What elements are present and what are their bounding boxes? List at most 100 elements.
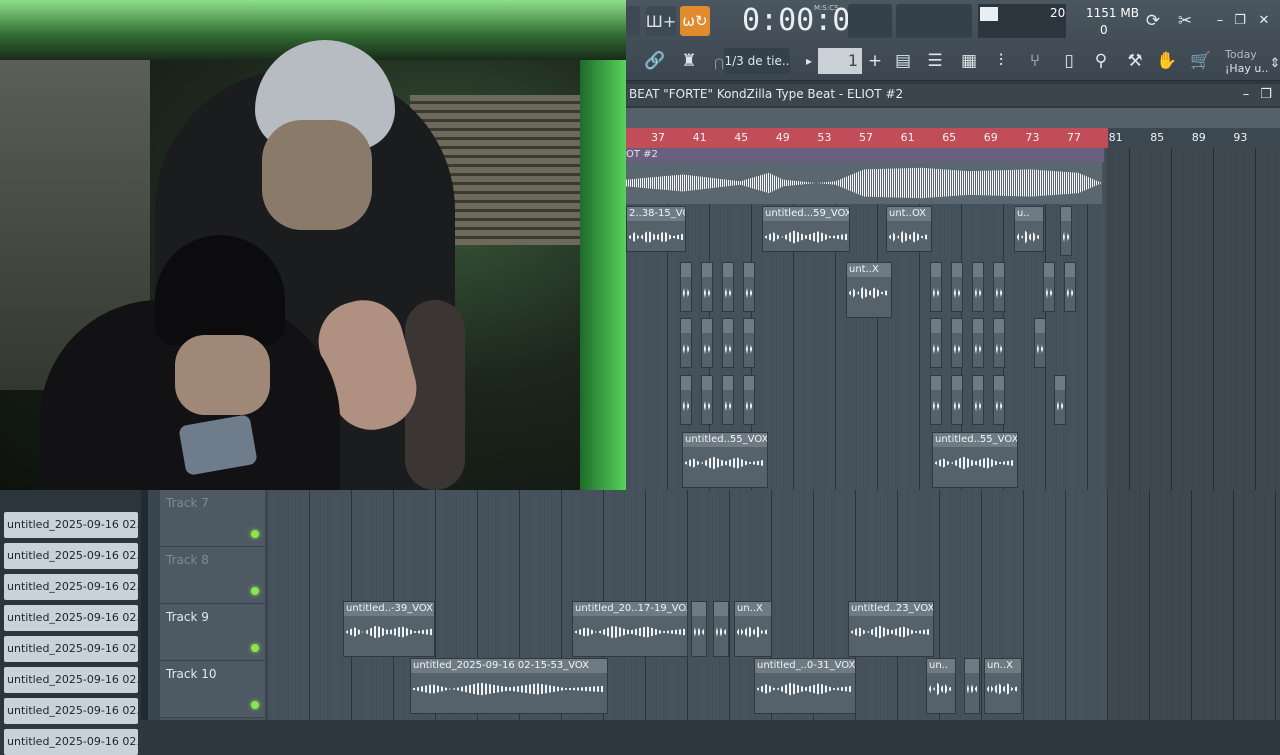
track-header[interactable]: Track 10 xyxy=(160,661,265,718)
playlist-minimize-icon[interactable]: – xyxy=(1238,86,1254,102)
browser-scrollbar[interactable] xyxy=(141,490,148,720)
mixer-icon[interactable]: ⫶ xyxy=(988,48,1014,74)
audio-chop-clip[interactable] xyxy=(701,262,713,312)
audio-chop-clip[interactable] xyxy=(1060,206,1072,256)
refresh-icon[interactable]: ⟳ xyxy=(1140,8,1166,34)
piano-add-button[interactable]: Ш+ xyxy=(646,6,676,36)
clip-header xyxy=(931,376,941,390)
audio-clip[interactable]: unt..OX xyxy=(886,206,932,252)
toolbar-edge-button[interactable] xyxy=(626,6,640,36)
audio-chop-clip[interactable] xyxy=(930,318,942,368)
clip-waveform xyxy=(933,399,939,413)
audio-clip[interactable]: untitled_20..17-19_VOX xyxy=(572,601,688,657)
cart-icon[interactable]: 🛒 xyxy=(1188,48,1214,74)
clip-header xyxy=(702,319,712,333)
playlist-icon[interactable]: ▤ xyxy=(890,48,916,74)
audio-clip[interactable]: unt..X xyxy=(846,262,892,318)
link-icon[interactable]: 🔗 xyxy=(642,48,668,74)
audio-clip[interactable]: untitled_..0-31_VOX xyxy=(754,658,856,714)
clip-waveform xyxy=(765,230,847,244)
track-enable-led[interactable] xyxy=(251,644,259,652)
overview-scroll[interactable] xyxy=(626,108,1280,128)
browser-file-item[interactable]: untitled_2025-09-16 02... xyxy=(4,636,138,662)
audio-chop-clip[interactable] xyxy=(972,375,984,425)
audio-chop-clip[interactable] xyxy=(972,318,984,368)
audio-clip[interactable]: untitled..55_VOX xyxy=(932,432,1018,488)
audio-chop-clip[interactable] xyxy=(691,601,707,657)
restore-icon[interactable]: ❐ xyxy=(1232,12,1248,28)
audio-chop-clip[interactable] xyxy=(680,375,692,425)
audio-chop-clip[interactable] xyxy=(993,262,1005,312)
browser-file-item[interactable]: untitled_2025-09-16 02... xyxy=(4,512,138,538)
audio-chop-clip[interactable] xyxy=(680,318,692,368)
audio-chop-clip[interactable] xyxy=(1054,375,1066,425)
audio-chop-clip[interactable] xyxy=(993,318,1005,368)
audio-chop-clip[interactable] xyxy=(993,375,1005,425)
track-header[interactable]: Track 9 xyxy=(160,604,265,661)
audio-clip[interactable]: u.. xyxy=(1014,206,1044,252)
browser-file-item[interactable]: untitled_2025-09-16 02... xyxy=(4,574,138,600)
audio-clip[interactable]: untitled..-39_VOX xyxy=(343,601,435,657)
audio-chop-clip[interactable] xyxy=(743,262,755,312)
clip-label: untitled...59_VOX xyxy=(763,207,849,221)
tuning-icon[interactable]: ⚒ xyxy=(1122,48,1148,74)
audio-clip[interactable]: 2..38-15_VOX xyxy=(626,206,686,252)
audio-chop-clip[interactable] xyxy=(930,375,942,425)
track-header[interactable]: Track 8 xyxy=(160,547,265,604)
browser-icon[interactable]: ⑂ xyxy=(1022,48,1048,74)
audio-chop-clip[interactable] xyxy=(722,318,734,368)
clip-header xyxy=(1065,263,1075,277)
step-value-field[interactable]: 1 xyxy=(818,48,862,74)
audio-chop-clip[interactable] xyxy=(1043,262,1055,312)
audio-chop-clip[interactable] xyxy=(964,658,980,714)
clip-waveform xyxy=(987,682,1019,696)
file-icon[interactable]: ▯ xyxy=(1056,48,1082,74)
metronome-button[interactable]: ѡ↻ xyxy=(680,6,710,36)
audio-clip[interactable]: untitled..55_VOX xyxy=(682,432,768,488)
minimize-icon[interactable]: – xyxy=(1212,12,1228,28)
track-enable-led[interactable] xyxy=(251,701,259,709)
browser-file-item[interactable]: untitled_2025-09-16 02... xyxy=(4,667,138,693)
channel-rack-icon[interactable]: ▦ xyxy=(956,48,982,74)
playlist-restore-icon[interactable]: ❐ xyxy=(1258,86,1274,102)
audio-chop-clip[interactable] xyxy=(722,262,734,312)
news-arrows-icon[interactable]: ⇕ xyxy=(1262,50,1280,76)
audio-chop-clip[interactable] xyxy=(1034,318,1046,368)
piano-roll-icon[interactable]: ☰ xyxy=(922,48,948,74)
audio-clip[interactable]: un..X xyxy=(734,601,772,657)
audio-chop-clip[interactable] xyxy=(930,262,942,312)
plugin-icon[interactable]: ⚲ xyxy=(1088,48,1114,74)
audio-clip[interactable]: untitled_2025-09-16 02-15-53_VOX xyxy=(410,658,608,714)
audio-chop-clip[interactable] xyxy=(951,262,963,312)
track-header[interactable]: Track 7 xyxy=(160,490,265,547)
close-icon[interactable]: ✕ xyxy=(1256,12,1272,28)
audio-chop-clip[interactable] xyxy=(743,375,755,425)
audio-chop-clip[interactable] xyxy=(951,375,963,425)
master-audio-clip[interactable] xyxy=(626,162,1102,204)
audio-clip[interactable]: un.. xyxy=(926,658,956,714)
browser-file-item[interactable]: untitled_2025-09-16 02... xyxy=(4,605,138,631)
track-enable-led[interactable] xyxy=(251,587,259,595)
audio-chop-clip[interactable] xyxy=(722,375,734,425)
browser-file-item[interactable]: untitled_2025-09-16 02... xyxy=(4,698,138,724)
audio-chop-clip[interactable] xyxy=(701,318,713,368)
clip-header xyxy=(1055,376,1065,390)
hand-icon[interactable]: ✋ xyxy=(1154,48,1180,74)
audio-chop-clip[interactable] xyxy=(713,601,729,657)
audio-chop-clip[interactable] xyxy=(1064,262,1076,312)
snap-selector[interactable]: 1/3 de tie.. xyxy=(724,48,790,74)
audio-chop-clip[interactable] xyxy=(951,318,963,368)
audio-chop-clip[interactable] xyxy=(701,375,713,425)
browser-file-item[interactable]: untitled_2025-09-16 02... xyxy=(4,729,138,755)
step-add-icon[interactable]: + xyxy=(862,48,888,74)
audio-chop-clip[interactable] xyxy=(743,318,755,368)
stamp-icon[interactable]: ♜ xyxy=(676,48,702,74)
audio-clip[interactable]: untitled...59_VOX xyxy=(762,206,850,252)
audio-chop-clip[interactable] xyxy=(972,262,984,312)
cut-icon[interactable]: ✂ xyxy=(1172,8,1198,34)
track-enable-led[interactable] xyxy=(251,530,259,538)
browser-file-item[interactable]: untitled_2025-09-16 02... xyxy=(4,543,138,569)
audio-clip[interactable]: un..X xyxy=(984,658,1022,714)
audio-clip[interactable]: untitled..23_VOX xyxy=(848,601,934,657)
audio-chop-clip[interactable] xyxy=(680,262,692,312)
